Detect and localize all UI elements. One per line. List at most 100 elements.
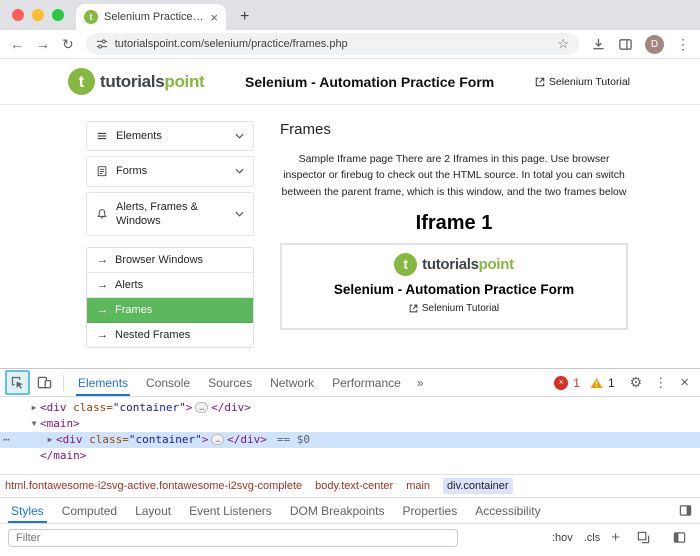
pane-tab-computed[interactable]: Computed	[53, 498, 126, 523]
accordion-elements[interactable]: Elements	[86, 121, 254, 151]
tab-title: Selenium Practice - Frames	[104, 11, 204, 23]
downloads-icon[interactable]	[591, 37, 606, 52]
error-icon[interactable]: ×	[554, 376, 568, 390]
bookmark-star-icon[interactable]: ☆	[557, 36, 569, 52]
pane-tab-properties[interactable]: Properties	[394, 498, 467, 523]
close-window-button[interactable]	[12, 9, 24, 21]
forward-icon[interactable]: →	[36, 37, 50, 51]
panel-toggle-icon[interactable]	[667, 525, 692, 550]
accordion-label: Forms	[116, 164, 227, 178]
chevron-down-icon	[235, 133, 244, 139]
code-token: "container"	[113, 401, 186, 414]
styles-filter-input[interactable]	[8, 529, 458, 547]
node-options-icon[interactable]: ⋯	[3, 432, 11, 448]
address-bar[interactable]: tutorialspoint.com/selenium/practice/fra…	[86, 33, 579, 55]
arrow-right-icon: →	[97, 304, 108, 316]
collapsed-content-icon[interactable]: …	[211, 434, 224, 445]
sidebar-item-frames[interactable]: → Frames	[87, 298, 253, 323]
accordion-label: Alerts, Frames & Windows	[116, 200, 227, 229]
tutorialspoint-logo[interactable]: t tutorialspoint	[68, 68, 204, 95]
back-icon[interactable]: ←	[10, 37, 24, 51]
pane-tab-event-listeners[interactable]: Event Listeners	[180, 498, 281, 523]
tab-strip: t Selenium Practice - Frames × +	[0, 0, 700, 30]
toggle-element-state-button[interactable]: :hov	[552, 532, 573, 544]
browser-window: t Selenium Practice - Frames × + ← → ↻ t…	[0, 0, 700, 556]
selenium-tutorial-link[interactable]: Selenium Tutorial	[535, 76, 630, 88]
devtools-tab-console[interactable]: Console	[138, 369, 198, 396]
dom-node-row-selected[interactable]: ⋯▶<div class="container">…</div>== $0	[0, 432, 700, 448]
more-tabs-icon[interactable]: »	[411, 376, 430, 390]
toolbar-divider	[63, 375, 64, 391]
code-token: class=	[83, 433, 129, 446]
dom-node-row[interactable]: ▶<div class="container">…</div>	[0, 400, 700, 416]
minimize-window-button[interactable]	[32, 9, 44, 21]
devtools-panel: Elements Console Sources Network Perform…	[0, 368, 700, 556]
warning-count[interactable]: 1	[608, 376, 615, 390]
devtools-tab-sources[interactable]: Sources	[200, 369, 260, 396]
breadcrumb-body[interactable]: body.text-center	[315, 480, 393, 492]
code-token: <div	[56, 433, 83, 446]
breadcrumb-div-container[interactable]: div.container	[443, 478, 513, 494]
breadcrumb-html[interactable]: html.fontawesome-i2svg-active.fontawesom…	[5, 480, 302, 492]
breadcrumb-main[interactable]: main	[406, 480, 430, 492]
dock-side-icon[interactable]	[673, 498, 698, 523]
computed-styles-sidebar-icon[interactable]	[631, 525, 656, 550]
sidebar-item-browser-windows[interactable]: → Browser Windows	[87, 248, 253, 273]
element-classes-button[interactable]: .cls	[584, 532, 601, 544]
iframe-tutorialspoint-logo[interactable]: t tutorialspoint	[288, 253, 620, 276]
inspect-element-button[interactable]	[5, 370, 30, 395]
maximize-window-button[interactable]	[52, 9, 64, 21]
external-link-icon	[409, 304, 418, 313]
browser-menu-icon[interactable]: ⋮	[676, 37, 690, 51]
site-header: t tutorialspoint Selenium - Automation P…	[0, 59, 700, 105]
address-bar-row: ← → ↻ tutorialspoint.com/selenium/practi…	[0, 30, 700, 58]
reload-icon[interactable]: ↻	[62, 37, 74, 51]
code-token: "container"	[129, 433, 202, 446]
pane-tab-accessibility[interactable]: Accessibility	[466, 498, 549, 523]
iframe-selenium-tutorial-link[interactable]: Selenium Tutorial	[409, 303, 499, 314]
sidebar-item-alerts[interactable]: → Alerts	[87, 273, 253, 298]
side-panel-icon[interactable]	[618, 37, 633, 52]
browser-tab[interactable]: t Selenium Practice - Frames ×	[76, 4, 226, 30]
pane-tab-layout[interactable]: Layout	[126, 498, 180, 523]
code-token: class=	[67, 401, 113, 414]
logo-text-green: point	[164, 72, 204, 91]
new-style-rule-icon[interactable]: +	[611, 530, 620, 545]
profile-avatar[interactable]: D	[645, 35, 664, 54]
expand-arrow-icon[interactable]: ▶	[44, 432, 56, 448]
logo-text: tutorialspoint	[100, 72, 204, 92]
tab-favicon-icon: t	[84, 10, 98, 24]
section-heading: Frames	[280, 121, 628, 138]
collapse-arrow-icon[interactable]: ▼	[28, 416, 40, 432]
expand-arrow-icon[interactable]: ▶	[28, 400, 40, 416]
devtools-settings-icon[interactable]: ⚙	[625, 374, 648, 391]
tab-close-icon[interactable]: ×	[210, 11, 218, 24]
code-token: </main>	[40, 449, 86, 462]
external-link-icon	[535, 77, 545, 87]
warning-icon[interactable]	[590, 377, 603, 389]
frames-section: Frames Sample Iframe page There are 2 If…	[280, 121, 700, 348]
sidebar-pane-tabs: Styles Computed Layout Event Listeners D…	[0, 497, 700, 524]
devtools-tab-network[interactable]: Network	[262, 369, 322, 396]
logo-text-dark: tutorials	[422, 256, 478, 273]
site-settings-icon[interactable]	[96, 38, 108, 50]
accordion-forms[interactable]: Forms	[86, 156, 254, 186]
pane-tab-styles[interactable]: Styles	[2, 498, 53, 523]
devtools-tab-performance[interactable]: Performance	[324, 369, 409, 396]
new-tab-button[interactable]: +	[226, 4, 263, 30]
devtools-close-icon[interactable]: ×	[674, 374, 695, 391]
dom-node-row[interactable]: </main>	[0, 448, 700, 464]
devtools-tab-elements[interactable]: Elements	[70, 369, 136, 396]
elements-tree: ▶<div class="container">…</div> ▼<main> …	[0, 397, 700, 474]
accordion-alerts-frames-windows[interactable]: Alerts, Frames & Windows	[86, 192, 254, 237]
dom-node-row[interactable]: ▼<main>	[0, 416, 700, 432]
error-count[interactable]: 1	[573, 376, 580, 390]
logo-text-green: point	[479, 256, 514, 273]
pane-tab-dom-breakpoints[interactable]: DOM Breakpoints	[281, 498, 394, 523]
collapsed-content-icon[interactable]: …	[195, 402, 208, 413]
code-token: </div>	[211, 401, 251, 414]
sidebar-item-nested-frames[interactable]: → Nested Frames	[87, 323, 253, 347]
device-toolbar-button[interactable]	[32, 370, 57, 395]
devtools-menu-icon[interactable]: ⋮	[649, 375, 672, 391]
code-token: >	[186, 401, 193, 414]
